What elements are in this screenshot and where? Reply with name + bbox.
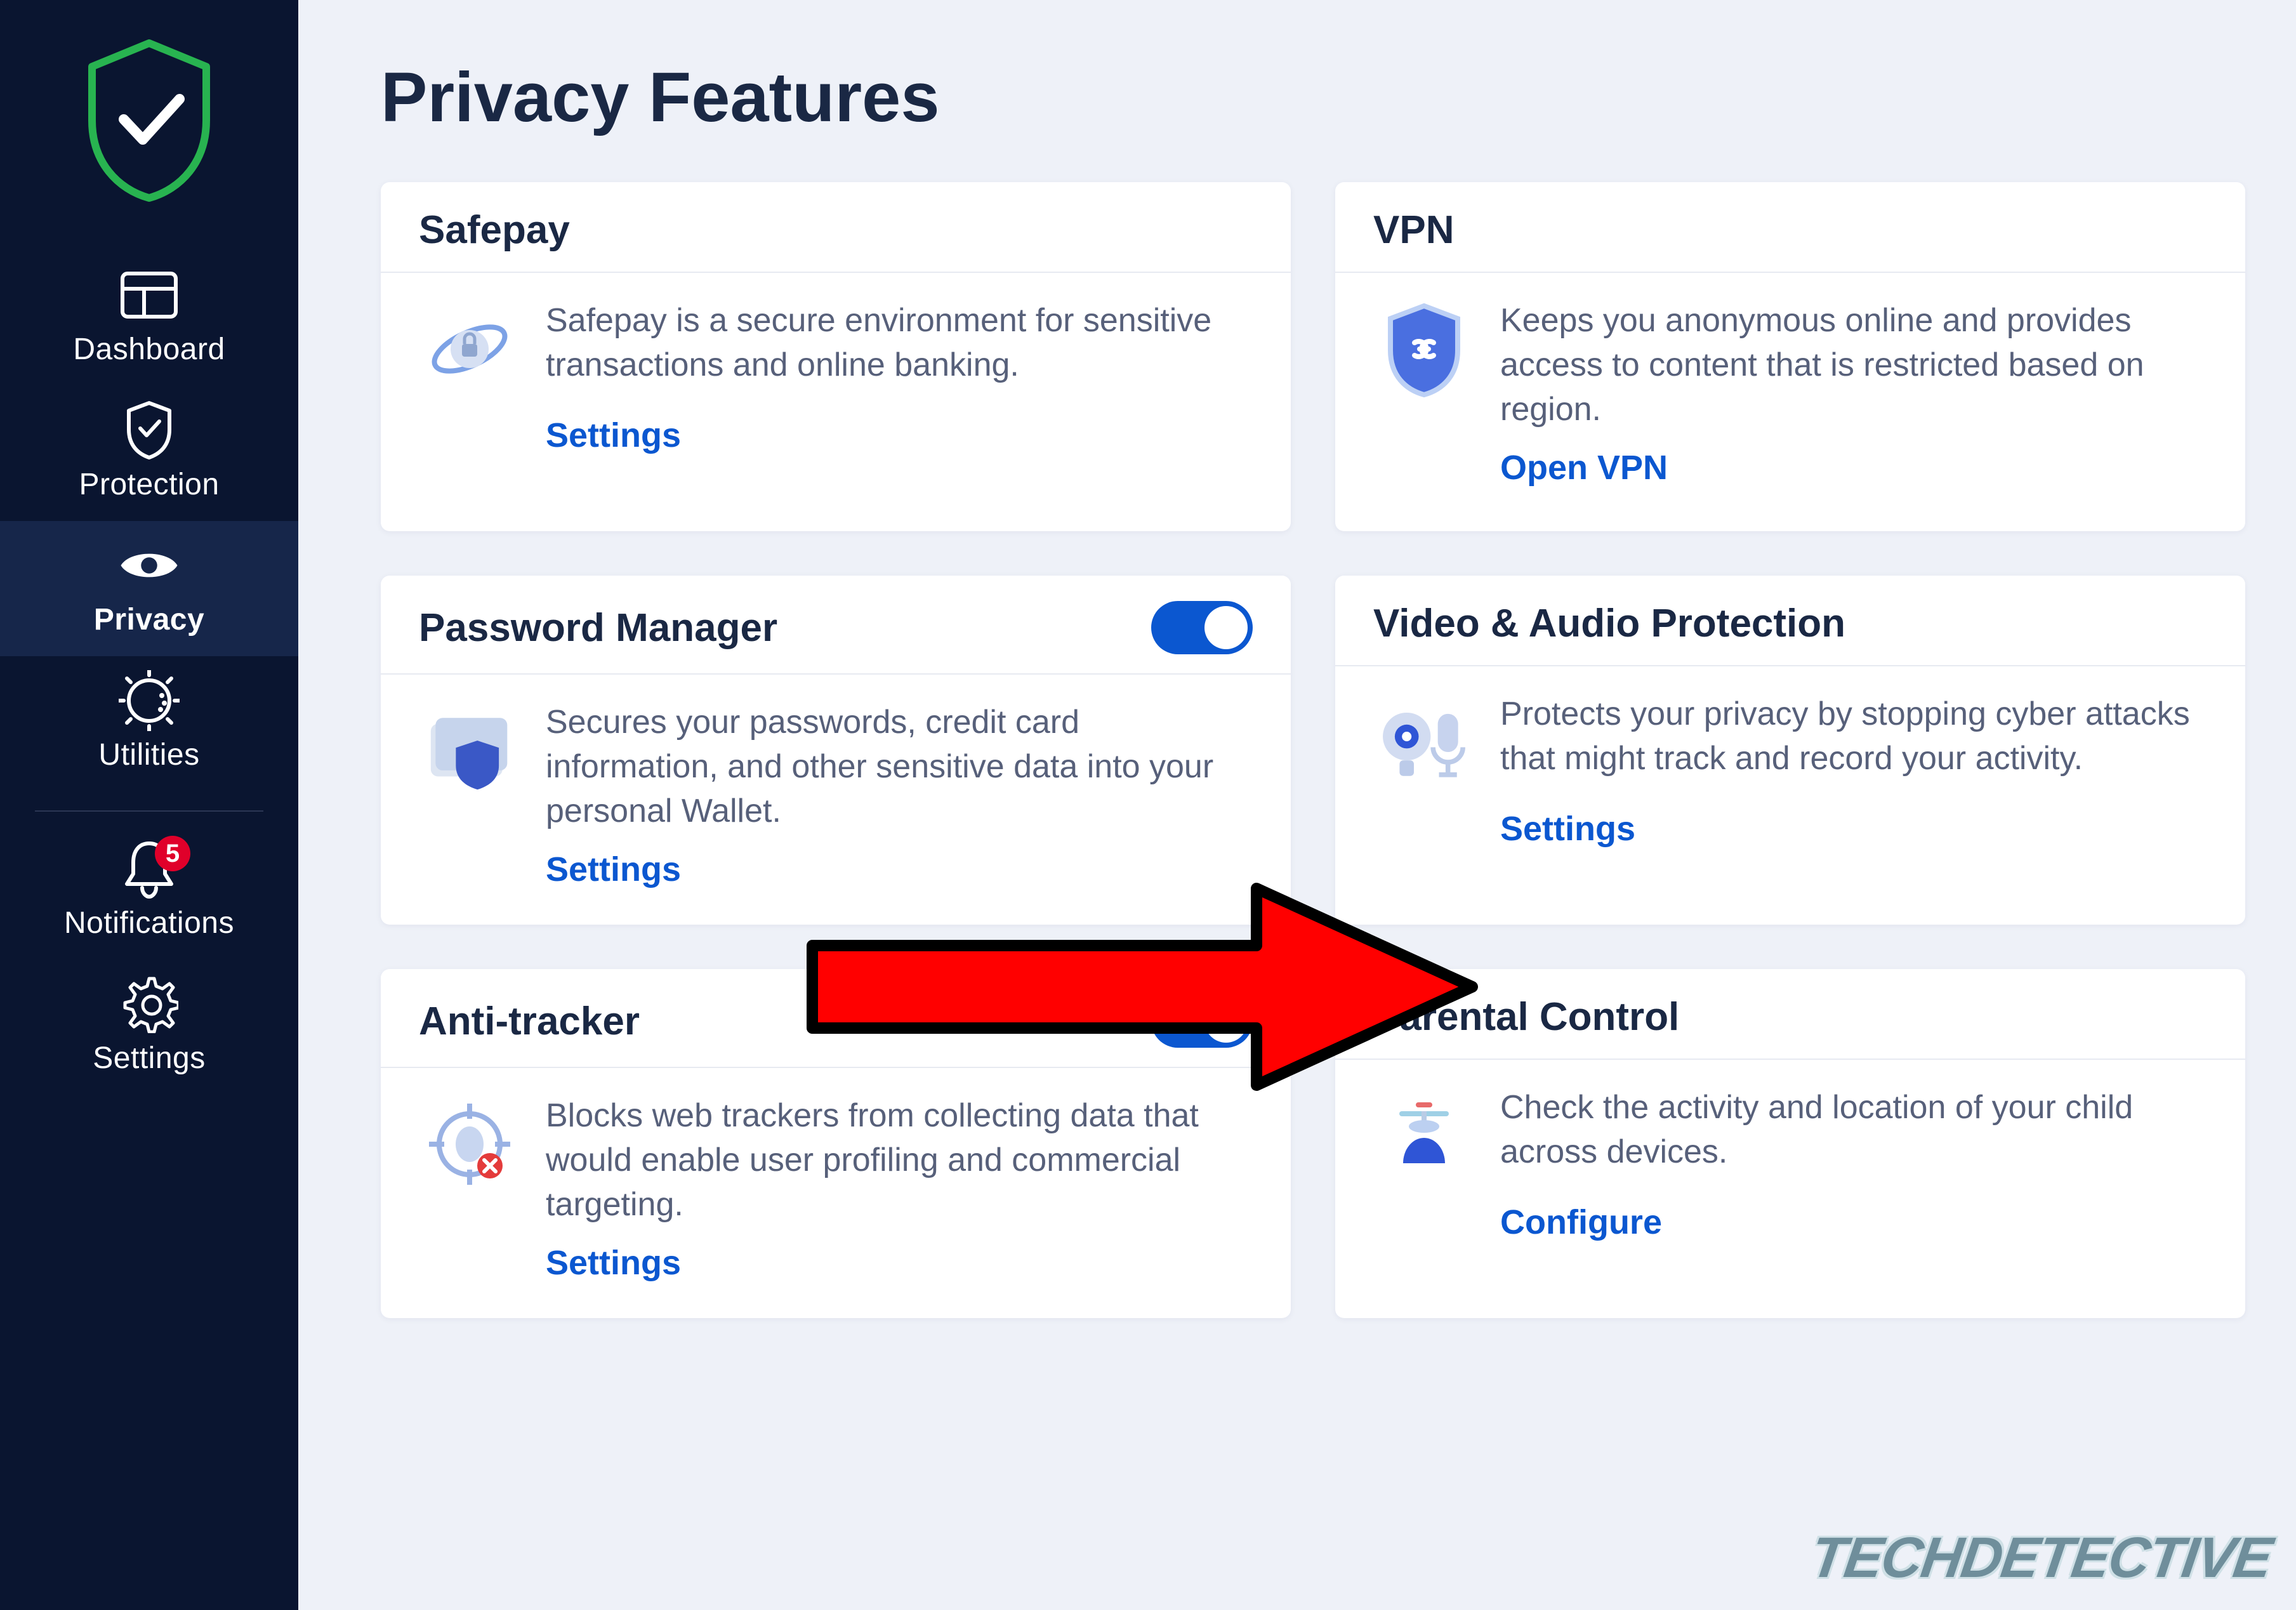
card-title: Video & Audio Protection <box>1373 601 1845 646</box>
sidebar-item-label: Settings <box>93 1041 205 1076</box>
vpn-shield-icon <box>1373 298 1475 400</box>
sidebar-item-privacy[interactable]: Privacy <box>0 521 298 656</box>
sidebar-item-label: Utilities <box>98 737 199 772</box>
card-description: Protects your privacy by stopping cyber … <box>1500 692 2207 781</box>
cards-grid: Safepay Safepay is a secure environment … <box>381 182 2245 1318</box>
parental-configure-link[interactable]: Configure <box>1500 1203 1662 1241</box>
sidebar-item-label: Notifications <box>64 906 234 940</box>
sidebar-item-label: Dashboard <box>73 332 225 367</box>
sidebar-item-settings[interactable]: Settings <box>0 960 298 1095</box>
webcam-mic-icon <box>1373 692 1475 793</box>
card-title: Safepay <box>419 208 570 253</box>
card-video-audio-protection: Video & Audio Protection Protects <box>1335 576 2245 925</box>
sidebar-item-label: Privacy <box>94 602 204 637</box>
main-content: Privacy Features Safepay Safepay is a se… <box>298 0 2296 1610</box>
password-manager-settings-link[interactable]: Settings <box>546 850 681 888</box>
card-title: Parental Control <box>1373 994 1679 1039</box>
card-password-manager: Password Manager Secures your passwords,… <box>381 576 1291 925</box>
sidebar: Dashboard Protection Privacy <box>0 0 298 1610</box>
safepay-icon <box>419 298 520 400</box>
crosshair-block-icon <box>419 1093 520 1195</box>
anti-tracker-toggle[interactable] <box>1151 994 1253 1048</box>
card-description: Check the activity and location of your … <box>1500 1085 2207 1174</box>
anti-tracker-settings-link[interactable]: Settings <box>546 1244 681 1282</box>
sidebar-item-dashboard[interactable]: Dashboard <box>0 251 298 386</box>
card-vpn: VPN Keeps you anonymous online and provi… <box>1335 182 2245 531</box>
card-description: Safepay is a secure environment for sens… <box>546 298 1253 387</box>
open-vpn-link[interactable]: Open VPN <box>1500 449 1668 487</box>
sidebar-item-utilities[interactable]: Utilities <box>0 656 298 791</box>
card-description: Blocks web trackers from collecting data… <box>546 1093 1253 1227</box>
card-title: Password Manager <box>419 605 777 650</box>
app-logo-icon <box>79 38 219 206</box>
dashboard-icon <box>117 270 181 320</box>
notifications-badge: 5 <box>155 836 190 871</box>
eye-icon <box>117 540 181 591</box>
sidebar-divider <box>35 810 263 812</box>
sidebar-item-protection[interactable]: Protection <box>0 386 298 521</box>
card-title: VPN <box>1373 208 1454 253</box>
watermark-text: TECHDETECTIVE <box>1807 1526 2276 1591</box>
gear-clock-icon <box>117 675 181 726</box>
child-hat-icon <box>1373 1085 1475 1187</box>
card-safepay: Safepay Safepay is a secure environment … <box>381 182 1291 531</box>
page-title: Privacy Features <box>381 57 2245 138</box>
card-description: Secures your passwords, credit card info… <box>546 700 1253 834</box>
card-anti-tracker: Anti-tracker <box>381 969 1291 1318</box>
safepay-settings-link[interactable]: Settings <box>546 416 681 454</box>
wallet-shield-icon <box>419 700 520 802</box>
sidebar-item-label: Protection <box>79 467 219 502</box>
sidebar-item-notifications[interactable]: 5 Notifications <box>0 824 298 960</box>
shield-check-icon <box>117 405 181 456</box>
password-manager-toggle[interactable] <box>1151 601 1253 654</box>
card-parental-control: Parental Control Check the activity and … <box>1335 969 2245 1318</box>
video-audio-settings-link[interactable]: Settings <box>1500 810 1635 848</box>
card-title: Anti-tracker <box>419 999 640 1044</box>
gear-icon <box>117 979 181 1029</box>
card-description: Keeps you anonymous online and provides … <box>1500 298 2207 432</box>
